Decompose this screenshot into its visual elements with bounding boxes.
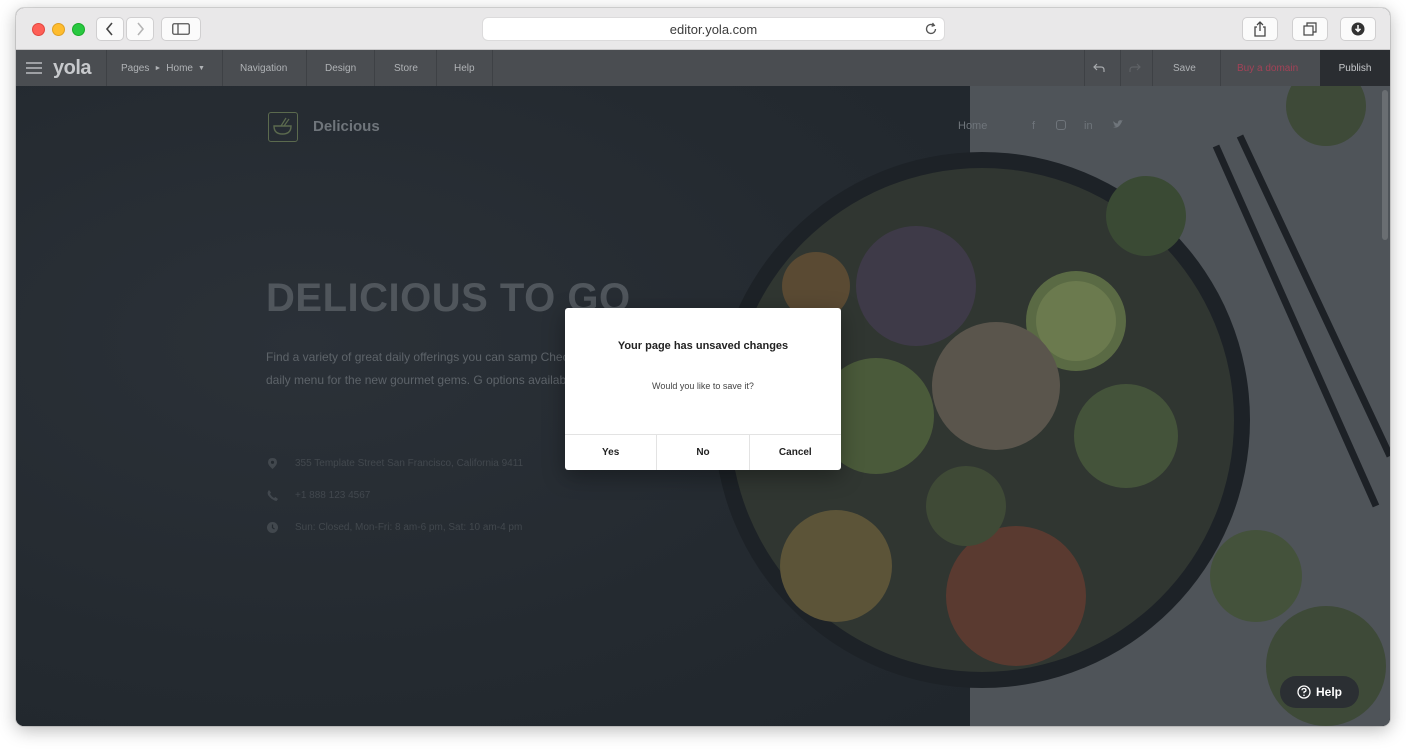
sidebar-toggle-button[interactable] xyxy=(161,17,201,41)
yola-logo: yola xyxy=(53,56,92,79)
dialog-actions: Yes No Cancel xyxy=(565,434,841,470)
cancel-button[interactable]: Cancel xyxy=(750,435,841,470)
nav-help[interactable]: Help xyxy=(454,50,475,86)
no-button[interactable]: No xyxy=(657,435,750,470)
save-button[interactable]: Save xyxy=(1173,50,1196,86)
url-text: editor.yola.com xyxy=(669,21,758,37)
chevron-left-icon xyxy=(105,22,113,36)
nav-store[interactable]: Store xyxy=(394,50,418,86)
nav-design[interactable]: Design xyxy=(325,50,356,86)
dialog-title: Your page has unsaved changes xyxy=(617,340,789,352)
share-button[interactable] xyxy=(1242,17,1278,41)
undo-button[interactable] xyxy=(1093,50,1105,86)
nav-navigation[interactable]: Navigation xyxy=(240,50,287,86)
reload-icon[interactable] xyxy=(924,22,938,36)
question-icon xyxy=(1297,685,1311,699)
close-window-button[interactable] xyxy=(32,23,45,36)
redo-icon xyxy=(1129,63,1141,72)
breadcrumb-arrow-icon: ► xyxy=(154,64,162,72)
yes-button[interactable]: Yes xyxy=(565,435,658,470)
browser-window: editor.yola.com yola Pages ► Home ▼ Navi… xyxy=(16,8,1390,726)
dialog-message: Would you like to save it? xyxy=(652,381,754,391)
browser-toolbar: editor.yola.com xyxy=(16,8,1390,50)
zoom-window-button[interactable] xyxy=(72,23,85,36)
chevron-down-icon: ▼ xyxy=(197,64,205,72)
redo-button[interactable] xyxy=(1129,50,1141,86)
hamburger-icon xyxy=(26,62,42,74)
forward-button[interactable] xyxy=(126,17,154,41)
back-button[interactable] xyxy=(96,17,124,41)
help-label: Help xyxy=(1315,685,1342,699)
undo-icon xyxy=(1093,63,1105,72)
pages-menu[interactable]: Pages ► Home ▼ xyxy=(121,50,205,86)
help-button[interactable]: Help xyxy=(1280,676,1359,708)
buy-domain-button[interactable]: Buy a domain xyxy=(1237,50,1298,86)
downloads-button[interactable] xyxy=(1340,17,1376,41)
menu-button[interactable] xyxy=(26,50,42,86)
pages-label: Pages xyxy=(121,62,150,74)
page-canvas: Delicious Home f in DELICIOUS TO GO Find… xyxy=(16,86,1390,726)
download-icon xyxy=(1351,22,1365,36)
sidebar-icon xyxy=(172,23,190,35)
tabs-icon xyxy=(1303,22,1317,36)
minimize-window-button[interactable] xyxy=(52,23,65,36)
share-icon xyxy=(1254,21,1266,37)
tabs-overview-button[interactable] xyxy=(1292,17,1328,41)
unsaved-changes-dialog: Your page has unsaved changes Would you … xyxy=(565,308,841,470)
publish-button[interactable]: Publish xyxy=(1320,50,1390,86)
current-page-label: Home xyxy=(166,62,193,74)
modal-overlay: Your page has unsaved changes Would you … xyxy=(16,86,1390,726)
chevron-right-icon xyxy=(137,22,145,36)
editor-toolbar: yola Pages ► Home ▼ Navigation Design St… xyxy=(16,50,1390,86)
address-bar[interactable]: editor.yola.com xyxy=(482,17,945,41)
